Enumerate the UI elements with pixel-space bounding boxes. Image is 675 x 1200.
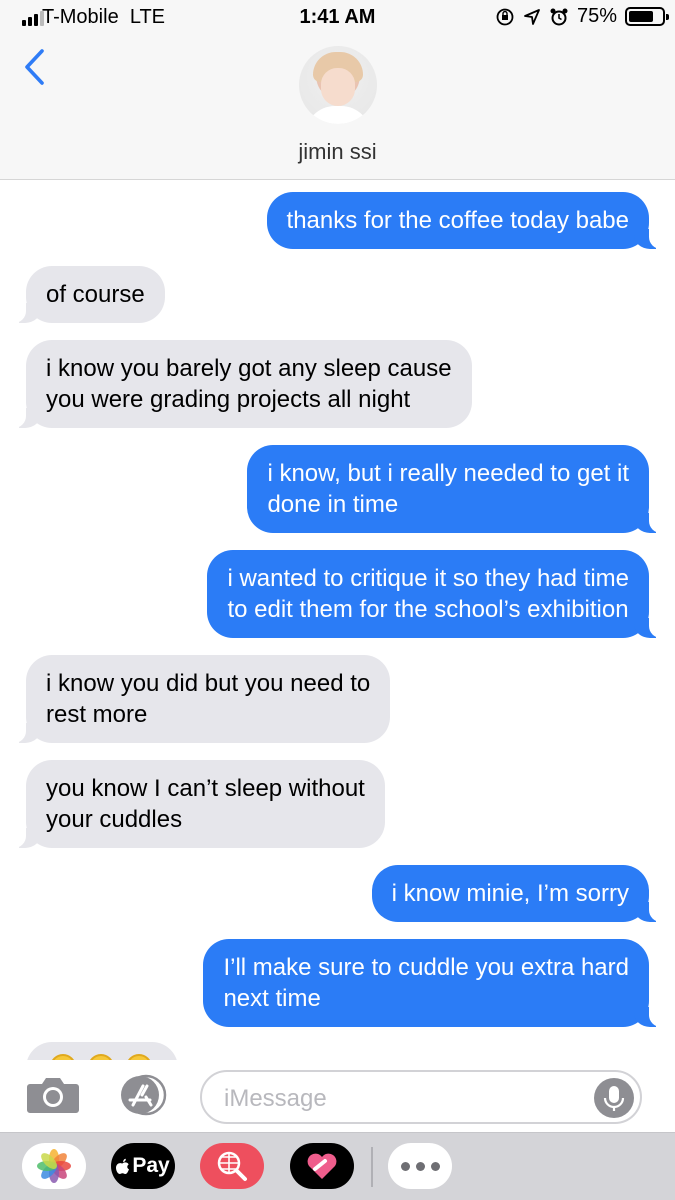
apple-logo-icon (116, 1158, 130, 1174)
status-indicators: 75% (495, 5, 669, 28)
contact-avatar[interactable] (299, 46, 377, 124)
conversation-header: T-Mobile LTE 1:41 AM 75% jimin ssi (0, 0, 675, 180)
apple-pay-label: Pay (132, 1154, 170, 1177)
avatar-face (321, 68, 355, 106)
message-line: you were grading projects all night (46, 386, 411, 413)
rotation-lock-icon (496, 8, 514, 25)
message-line: done in time (267, 491, 399, 518)
message-bubble-sent[interactable]: I’ll make sure to cuddle you extra hard … (203, 939, 667, 1027)
microphone-glyph (603, 1086, 625, 1111)
drawer-divider (371, 1147, 373, 1187)
contact-name[interactable]: jimin ssi (0, 139, 675, 165)
globe-search-glyph (217, 1151, 247, 1181)
message-line: you know I can’t sleep without (46, 775, 365, 802)
photos-icon[interactable] (22, 1143, 86, 1189)
message-line: i know you did but you need to (46, 670, 371, 697)
message-line: rest more (46, 701, 148, 728)
more-icon[interactable] (388, 1143, 452, 1189)
apple-pay-icon[interactable]: Pay (111, 1143, 175, 1189)
message-bubble-sent[interactable]: thanks for the coffee today babe (266, 192, 668, 249)
location-arrow-icon (524, 8, 540, 25)
message-line: to edit them for the school’s exhibition (227, 596, 629, 623)
message-bubble-received[interactable]: of course (8, 266, 165, 323)
dot (430, 1161, 440, 1171)
microphone-icon[interactable] (594, 1078, 634, 1118)
digital-touch-icon[interactable] (290, 1143, 354, 1189)
photos-glyph (37, 1149, 71, 1183)
message-bubble-received[interactable]: i know you barely got any sleep cause yo… (8, 340, 472, 428)
message-line: I’ll make sure to cuddle you extra hard (223, 954, 629, 981)
compose-bar: iMessage (0, 1060, 675, 1132)
message-line: of course (46, 281, 145, 308)
message-line: i know you barely got any sleep cause (46, 355, 452, 382)
message-line: i know minie, I’m sorry (391, 880, 629, 907)
dot (400, 1161, 410, 1171)
app-store-icon[interactable] (114, 1074, 172, 1116)
battery-icon (625, 7, 669, 26)
message-bubble-sent[interactable]: i wanted to critique it so they had time… (207, 550, 667, 638)
message-line: i wanted to critique it so they had time (227, 565, 629, 592)
message-bubble-sent[interactable]: i know minie, I’m sorry (371, 865, 668, 922)
status-bar: T-Mobile LTE 1:41 AM 75% (0, 0, 675, 36)
message-line: next time (223, 985, 321, 1012)
heart-glyph (307, 1153, 337, 1179)
message-bubble-received[interactable]: i know you did but you need to rest more (7, 655, 391, 743)
alarm-icon (550, 8, 568, 25)
message-line: i know, but i really needed to get it (267, 460, 629, 487)
message-bubble-received[interactable]: you know I can’t sleep without your cudd… (8, 760, 385, 848)
chevron-left-icon[interactable] (22, 48, 46, 86)
battery-percent: 75% (576, 5, 617, 27)
image-search-icon[interactable] (200, 1143, 264, 1189)
message-line: thanks for the coffee today babe (286, 207, 629, 234)
battery-fill (629, 11, 653, 22)
message-bubble-sent[interactable]: i know, but i really needed to get it do… (247, 445, 667, 533)
dot (415, 1161, 425, 1171)
camera-icon[interactable] (26, 1074, 80, 1114)
avatar-shirt (305, 106, 371, 124)
message-input[interactable]: iMessage (200, 1070, 642, 1124)
app-drawer: Pay (0, 1132, 675, 1200)
message-input-placeholder: iMessage (224, 1085, 327, 1112)
message-line: your cuddles (46, 806, 183, 833)
